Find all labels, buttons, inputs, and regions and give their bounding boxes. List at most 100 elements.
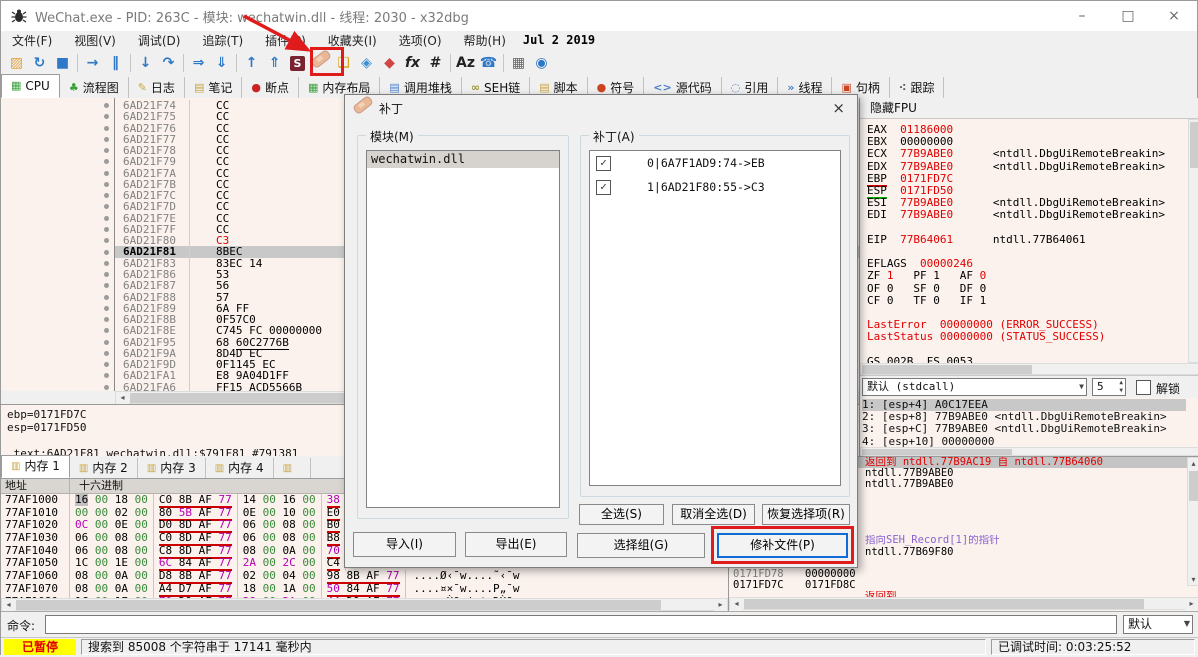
tab-跟踪[interactable]: ⁖ 跟踪	[890, 77, 945, 98]
step-into-icon[interactable]: ↓	[134, 52, 157, 74]
menu-item-f[interactable]: 文件(F)	[1, 32, 63, 49]
step-out-icon[interactable]: ↑	[240, 52, 263, 74]
register-line[interactable]: EDI 77B9ABE0 <ntdll.DbgUiRemoteBreakin>	[867, 209, 1165, 221]
select-group-button[interactable]: 选择组(G)	[577, 533, 705, 558]
minimize-button[interactable]: –	[1059, 1, 1105, 31]
unlock-checkbox[interactable]	[1136, 380, 1151, 395]
tab-CPU[interactable]: ▦ CPU	[1, 74, 60, 98]
scylla-hide-icon[interactable]: S	[286, 52, 309, 74]
register-line[interactable]: CF 0 TF 0 IF 1	[867, 294, 1165, 307]
breakpoint-dot[interactable]	[104, 249, 109, 255]
argument-row[interactable]: 3: [esp+C] 77B9ABE0 <ntdll.DbgUiRemoteBr…	[862, 423, 1186, 435]
function-icon[interactable]: fx	[401, 52, 424, 74]
calculator-icon[interactable]: ▦	[507, 52, 530, 74]
stack-row[interactable]: 0171FD78 00000000	[729, 568, 1198, 580]
module-list-item[interactable]: wechatwin.dll	[367, 151, 559, 168]
breakpoint-dot[interactable]	[104, 339, 109, 345]
comment-icon[interactable]: ❏	[332, 52, 355, 74]
menu-item-h[interactable]: 帮助(H)	[453, 32, 517, 49]
tab-断点[interactable]: ● 断点	[242, 77, 299, 98]
breakpoint-dot[interactable]	[104, 328, 109, 334]
breakpoint-dot[interactable]	[104, 373, 109, 379]
step-over-icon[interactable]: ↷	[157, 52, 180, 74]
breakpoint-dot[interactable]	[104, 204, 109, 210]
stack-row[interactable]: 0171FD7C 0171FD8C	[729, 579, 1198, 591]
calling-convention-select[interactable]: 默认 (stdcall) ▼	[862, 378, 1087, 396]
register-line[interactable]: EIP 77B64061 ntdll.77B64061	[867, 233, 1165, 246]
patch-list-item[interactable]: ✓ 0|6A7F1AD9:74->EB	[590, 151, 840, 175]
memory-tab-内存3[interactable]: ▥ 内存 3	[138, 458, 206, 478]
breakpoint-dot[interactable]	[104, 215, 109, 221]
bookmark-icon[interactable]: ◆	[378, 52, 401, 74]
memory-tab-内存2[interactable]: ▥ 内存 2	[70, 458, 138, 478]
breakpoint-dot[interactable]	[104, 272, 109, 278]
memory-tab-partial[interactable]: ▥	[274, 458, 311, 478]
close-button[interactable]: ×	[1151, 1, 1197, 31]
patch-file-button[interactable]: 修补文件(P)	[717, 533, 848, 558]
menu-item-i[interactable]: 收藏夹(I)	[317, 32, 388, 49]
breakpoint-dot[interactable]	[104, 181, 109, 187]
register-line[interactable]: LastStatus 00000000 (STATUS_SUCCESS)	[867, 331, 1165, 343]
registers-hscrollbar[interactable]	[860, 363, 1198, 375]
breakpoint-dot[interactable]	[104, 317, 109, 323]
breakpoint-dot[interactable]	[104, 294, 109, 300]
import-button[interactable]: 导入(I)	[353, 532, 456, 557]
stack-hscrollbar[interactable]: ◂ ▸	[729, 597, 1198, 610]
breakpoint-dot[interactable]	[104, 350, 109, 356]
patch-list-item[interactable]: ✓ 1|6AD21F80:55->C3	[590, 175, 840, 199]
restore-selection-button[interactable]: 恢复选择项(R)	[762, 504, 850, 525]
breakpoint-dot[interactable]	[104, 384, 109, 390]
breakpoint-dot[interactable]	[104, 238, 109, 244]
breakpoint-dot[interactable]	[104, 170, 109, 176]
execute-till-return-icon[interactable]: ⇓	[210, 52, 233, 74]
menu-item-o[interactable]: 选项(O)	[388, 32, 453, 49]
arguments-hscrollbar[interactable]	[860, 447, 1198, 456]
patch-icon[interactable]	[309, 48, 332, 74]
menu-item-d[interactable]: 调试(D)	[127, 32, 192, 49]
registers-panel[interactable]: 隐藏FPU EAX 01186000 EBX 00000000 ECX 77B9AB…	[859, 98, 1198, 456]
stop-icon[interactable]: ■	[51, 52, 74, 74]
run-to-cursor-icon[interactable]: ⇒	[187, 52, 210, 74]
pause-icon[interactable]: ‖	[104, 52, 127, 74]
breakpoint-dot[interactable]	[104, 283, 109, 289]
patch-checkbox[interactable]: ✓	[596, 155, 611, 171]
hash-icon[interactable]: #	[424, 52, 447, 74]
run-icon[interactable]: →	[81, 52, 104, 74]
tab-流程图[interactable]: ♣ 流程图	[60, 77, 129, 98]
call-arguments-view[interactable]: 1: [esp+4] A0C17EEA 2: [esp+8] 77B9ABE0 <…	[862, 398, 1186, 448]
breakpoint-dot[interactable]	[104, 125, 109, 131]
strings-icon[interactable]: Az	[454, 52, 477, 74]
device-icon[interactable]: ☎	[477, 52, 500, 74]
command-input[interactable]	[45, 615, 1117, 634]
dialog-close-icon[interactable]: ×	[832, 99, 857, 117]
run-to-user-code-icon[interactable]: ⇑	[263, 52, 286, 74]
breakpoint-dot[interactable]	[104, 159, 109, 165]
restart-icon[interactable]: ↻	[28, 52, 51, 74]
tab-笔记[interactable]: ▤ 笔记	[185, 77, 243, 98]
patches-list[interactable]: ✓ 0|6A7F1AD9:74->EB ✓ 1|6AD21F80:55->C3	[589, 150, 841, 486]
deselect-all-button[interactable]: 取消全选(D)	[672, 504, 755, 525]
menu-item-v[interactable]: 视图(V)	[63, 32, 127, 49]
menu-item-t[interactable]: 追踪(T)	[191, 32, 254, 49]
stack-vscrollbar[interactable]: ▴ ▾	[1187, 457, 1198, 586]
memory-tab-内存1[interactable]: ▥ 内存 1	[1, 455, 70, 478]
memory-tab-内存4[interactable]: ▥ 内存 4	[206, 458, 274, 478]
tab-日志[interactable]: ✎ 日志	[129, 77, 185, 98]
argument-row[interactable]: 4: [esp+10] 00000000	[862, 435, 1186, 448]
breakpoint-dot[interactable]	[104, 136, 109, 142]
patch-checkbox[interactable]: ✓	[596, 179, 611, 195]
arg-count-stepper[interactable]: 5 ▲ ▼	[1092, 378, 1126, 396]
patch-dialog-titlebar[interactable]: 补丁 ×	[345, 94, 857, 121]
select-all-button[interactable]: 全选(S)	[579, 504, 664, 525]
registers-vscrollbar[interactable]	[1188, 119, 1198, 363]
breakpoint-dot[interactable]	[104, 193, 109, 199]
label-icon[interactable]: ◈	[355, 52, 378, 74]
breakpoint-dot[interactable]	[104, 226, 109, 232]
export-button[interactable]: 导出(E)	[465, 532, 567, 557]
breakpoint-dot[interactable]	[104, 305, 109, 311]
breakpoint-dot[interactable]	[104, 103, 109, 108]
globe-icon[interactable]: ◉	[530, 52, 553, 74]
modules-list[interactable]: wechatwin.dll	[366, 150, 560, 508]
breakpoint-dot[interactable]	[104, 114, 109, 120]
breakpoint-dot[interactable]	[104, 148, 109, 154]
